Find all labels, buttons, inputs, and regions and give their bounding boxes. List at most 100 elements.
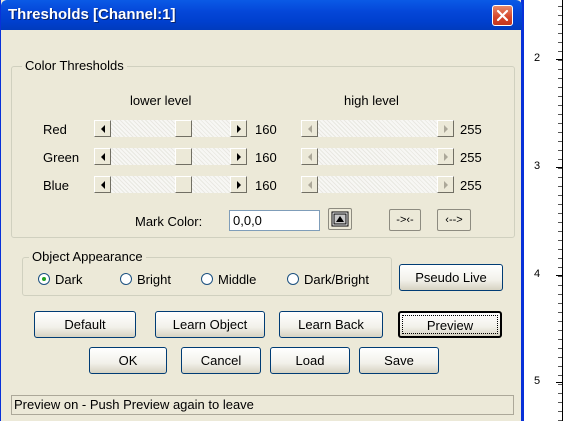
scroll-right-icon[interactable] <box>437 148 454 165</box>
high-level-header: high level <box>344 93 399 108</box>
ruler-tick <box>558 312 562 313</box>
thresholds-dialog: Thresholds [Channel:1] Color Thresholds … <box>0 0 524 421</box>
ruler-tick <box>558 411 562 412</box>
radio-indicator <box>201 273 213 285</box>
ruler-tick <box>558 24 562 25</box>
ruler-tick <box>558 213 562 214</box>
ruler-tick <box>558 87 562 88</box>
high-level-value: 255 <box>460 178 482 193</box>
radio-label: Bright <box>137 272 171 287</box>
scroll-left-icon[interactable] <box>94 148 111 165</box>
scroll-left-icon[interactable] <box>301 120 318 137</box>
mark-color-input[interactable]: 0,0,0 <box>229 210 320 231</box>
shrink-button[interactable]: ->‹- <box>389 209 421 231</box>
scroll-left-icon[interactable] <box>301 148 318 165</box>
load-button[interactable]: Load <box>270 347 350 374</box>
ruler-tick <box>558 249 562 250</box>
high-level-scrollbar[interactable] <box>301 120 454 137</box>
scroll-right-icon[interactable] <box>437 176 454 193</box>
ruler-major-tick <box>556 382 562 383</box>
cancel-button[interactable]: Cancel <box>181 347 261 374</box>
scroll-thumb[interactable] <box>175 176 192 193</box>
scroll-thumb[interactable] <box>175 148 192 165</box>
high-level-value: 255 <box>460 122 482 137</box>
default-button[interactable]: Default <box>34 311 136 338</box>
close-icon <box>496 9 509 22</box>
ruler-tick <box>558 123 562 124</box>
ruler-tick <box>558 258 562 259</box>
learn-back-button[interactable]: Learn Back <box>279 311 383 338</box>
ok-button[interactable]: OK <box>89 347 167 374</box>
object-appearance-legend: Object Appearance <box>29 249 146 264</box>
ruler-tick <box>558 294 562 295</box>
ruler-tick <box>558 105 562 106</box>
ruler-tick <box>558 366 562 367</box>
ruler-tick <box>558 348 562 349</box>
high-level-scrollbar[interactable] <box>301 148 454 165</box>
ruler-tick <box>558 393 562 394</box>
ruler-label: 3 <box>534 160 541 172</box>
scroll-thumb[interactable] <box>175 120 192 137</box>
scroll-right-icon[interactable] <box>230 148 247 165</box>
ruler-label: 4 <box>534 268 541 280</box>
lower-level-value: 160 <box>255 178 277 193</box>
ruler-tick <box>558 303 562 304</box>
lower-level-header: lower level <box>130 93 192 108</box>
ruler-tick <box>558 204 562 205</box>
close-button[interactable] <box>492 5 513 26</box>
ruler-label: 5 <box>534 375 541 387</box>
ruler-tick <box>558 384 562 385</box>
radio-indicator <box>287 273 299 285</box>
scroll-right-icon[interactable] <box>230 120 247 137</box>
lower-level-scrollbar[interactable] <box>94 176 247 193</box>
scroll-left-icon[interactable] <box>94 176 111 193</box>
ruler-tick <box>558 78 562 79</box>
ruler-tick <box>558 114 562 115</box>
radio-label: Dark <box>55 272 83 287</box>
pseudo-live-button[interactable]: Pseudo Live <box>399 264 503 291</box>
lower-level-value: 160 <box>255 122 277 137</box>
expand-button[interactable]: ‹--> <box>437 209 471 231</box>
lower-level-scrollbar[interactable] <box>94 120 247 137</box>
scroll-left-icon[interactable] <box>94 120 111 137</box>
scroll-right-icon[interactable] <box>437 120 454 137</box>
high-level-value: 255 <box>460 150 482 165</box>
ruler-tick <box>558 321 562 322</box>
ruler: 2 3 4 5 <box>526 0 566 421</box>
ruler-tick <box>558 177 562 178</box>
lower-level-scrollbar[interactable] <box>94 148 247 165</box>
ruler-tick <box>558 330 562 331</box>
radio-label: Dark/Bright <box>304 272 370 287</box>
title-bar[interactable]: Thresholds [Channel:1] <box>1 0 522 30</box>
ruler-tick <box>558 222 562 223</box>
ruler-tick <box>558 6 562 7</box>
ruler-tick <box>558 240 562 241</box>
ruler-tick <box>558 150 562 151</box>
ruler-tick <box>558 69 562 70</box>
radio-label: Middle <box>218 272 257 287</box>
scroll-right-icon[interactable] <box>230 176 247 193</box>
ruler-tick <box>558 357 562 358</box>
scroll-left-icon[interactable] <box>301 176 318 193</box>
save-button[interactable]: Save <box>359 347 439 374</box>
ruler-tick <box>558 42 562 43</box>
status-bar: Preview on - Push Preview again to leave <box>11 395 514 415</box>
color-picker-button[interactable] <box>328 208 352 230</box>
color-thresholds-legend: Color Thresholds <box>22 58 127 73</box>
preview-button[interactable]: Preview <box>398 311 502 338</box>
ruler-major-tick <box>556 167 562 168</box>
ruler-tick <box>558 132 562 133</box>
ruler-tick <box>558 276 562 277</box>
learn-object-button[interactable]: Learn Object <box>155 311 265 338</box>
ruler-tick <box>558 186 562 187</box>
ruler-tick <box>558 285 562 286</box>
ruler-major-tick <box>556 275 562 276</box>
ruler-major-tick <box>556 59 562 60</box>
high-level-scrollbar[interactable] <box>301 176 454 193</box>
radio-indicator <box>120 273 132 285</box>
color-picker-icon <box>331 211 349 227</box>
window-title: Thresholds [Channel:1] <box>8 6 176 23</box>
ruler-tick <box>558 375 562 376</box>
ruler-tick <box>558 96 562 97</box>
ruler-tick <box>558 51 562 52</box>
